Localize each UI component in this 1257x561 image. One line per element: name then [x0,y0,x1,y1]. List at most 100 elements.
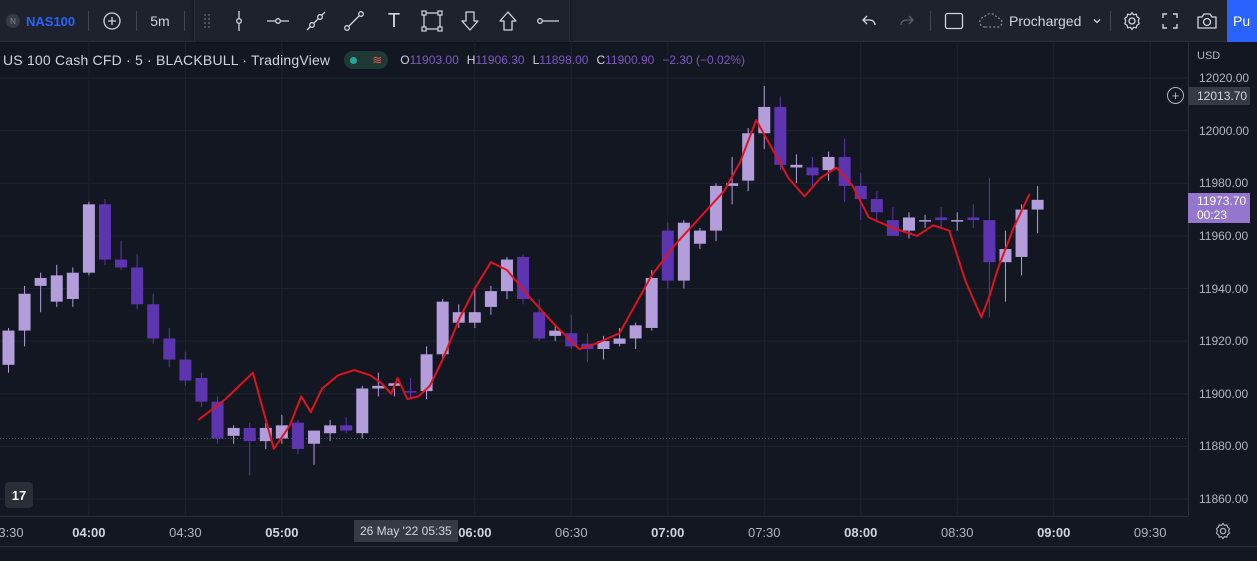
candle-body [919,220,932,222]
candle-body [1031,199,1044,210]
time-tick-label: 06:30 [555,525,588,540]
candle-body [34,277,47,286]
candle-body [533,312,546,339]
last-price-tag: 11973.70 00:23 [1188,193,1250,223]
price-tick-label: 11940.00 [1199,281,1249,296]
candle-body [549,330,562,336]
divider [88,11,89,31]
candle-body [98,204,111,260]
candle-body [806,167,819,176]
candle-body [790,164,803,168]
candle-body [324,425,337,434]
symbol-search[interactable]: N NAS100 [4,0,84,42]
change-value: −2.30 (−0.02%) [662,53,746,67]
candle-body [115,259,128,268]
chart-pane[interactable] [0,42,1188,516]
price-tick-label: 11960.00 [1199,228,1249,243]
arrow-down-icon[interactable] [453,0,487,42]
line-icon[interactable] [337,0,371,42]
crosshair-time-label: 26 May '22 05:35 [354,520,458,542]
snapshot-button[interactable] [1192,0,1222,42]
candle-body [1015,209,1028,257]
candle-body [66,272,79,300]
top-toolbar: N NAS100 5m T Procharged Pu [0,0,1257,42]
candle-body [308,430,321,444]
time-tick-label: 08:00 [844,525,878,540]
publish-button[interactable]: Pu [1227,0,1257,42]
price-tick-label: 11980.00 [1199,176,1249,191]
tradingview-logo[interactable]: 17 [5,482,33,508]
candle-body [243,427,256,442]
candle-body [822,156,835,171]
layout-button[interactable] [940,0,968,42]
candle-body [983,220,996,263]
settings-button[interactable] [1118,0,1146,42]
candle-body [131,267,144,305]
chart-settings-button[interactable] [1188,516,1257,546]
symbol-badge: N [6,14,20,28]
price-tick-label: 12000.00 [1199,123,1250,138]
drawing-toolbar: T [194,0,570,42]
chart-legend: US 100 Cash CFD · 5 · BLACKBULL · Tradin… [0,48,753,72]
candle-body [710,185,723,231]
candle-body [2,330,15,365]
time-tick-label: 07:00 [651,525,685,540]
trend-line-icon[interactable] [299,0,333,42]
time-tick-label: 04:00 [72,525,106,540]
add-alert-plus-icon[interactable]: + [1167,87,1184,104]
price-tick-label: 11880.00 [1199,439,1249,454]
price-axis[interactable]: USD 11860.00 11880.00 11900.00 11920.00 1194… [1188,42,1257,516]
candle-body [870,199,883,213]
symbol-name: NAS100 [26,13,76,29]
market-status-badge[interactable]: ≋ [344,51,389,69]
candle-body [340,425,353,431]
drag-handle-icon[interactable] [197,0,217,42]
horizontal-ray-icon[interactable] [531,0,565,42]
bar-countdown: 00:23 [1197,208,1228,222]
interval-label: 5m [150,13,170,29]
open-value: 11903.00 [409,53,459,67]
time-tick-label: 06:00 [458,525,492,540]
candle-body [179,359,192,381]
time-tick-label: 09:30 [1133,525,1167,540]
candle-body [758,106,771,134]
candle-body [468,312,481,323]
bottom-panel-bar [0,546,1257,561]
high-value: 11906.30 [475,53,525,67]
candle-body [18,293,31,331]
ohlc-values: O11903.00 H11906.30 L11898.00 C11900.90 −2.3… [400,53,753,67]
undo-icon [862,15,876,26]
layout-save-menu[interactable]: Procharged [978,0,1104,42]
time-tick-label: 08:30 [940,525,974,540]
currency-label: USD [1197,50,1221,62]
legend-title: US 100 Cash CFD · 5 · BLACKBULL · Tradin… [3,52,331,68]
compare-symbol-button[interactable] [98,0,126,42]
close-value: 11900.90 [605,53,655,67]
time-tick-label: 05:00 [265,525,299,540]
vertical-line-icon[interactable] [223,0,255,42]
chevron-down-icon [1093,19,1101,24]
horizontal-line-icon[interactable] [261,0,295,42]
last-price-value: 11973.70 [1197,194,1247,208]
candle-body [902,217,915,231]
time-tick-label: 07:30 [747,525,781,540]
candle-body [484,291,497,307]
redo-button[interactable] [893,0,921,42]
price-tick-label: 11860.00 [1199,492,1249,506]
divider [136,11,137,31]
arrow-up-icon[interactable] [491,0,525,42]
candle-body [147,304,160,339]
redo-icon [900,15,914,26]
undo-button[interactable] [855,0,883,42]
time-tick-label: 04:30 [169,525,202,540]
rectangle-icon[interactable] [415,0,449,42]
market-open-dot [350,56,358,64]
interval-button[interactable]: 5m [144,0,176,42]
fullscreen-icon [1162,13,1178,29]
candle-body [404,391,417,393]
text-tool-icon[interactable]: T [377,0,411,42]
candle-body [436,301,449,355]
time-axis[interactable]: 26 May '22 05:35 3:30 04:00 04:30 05:00 06:0… [0,516,1188,546]
data-delay-icon: ≋ [372,53,383,67]
fullscreen-button[interactable] [1156,0,1184,42]
